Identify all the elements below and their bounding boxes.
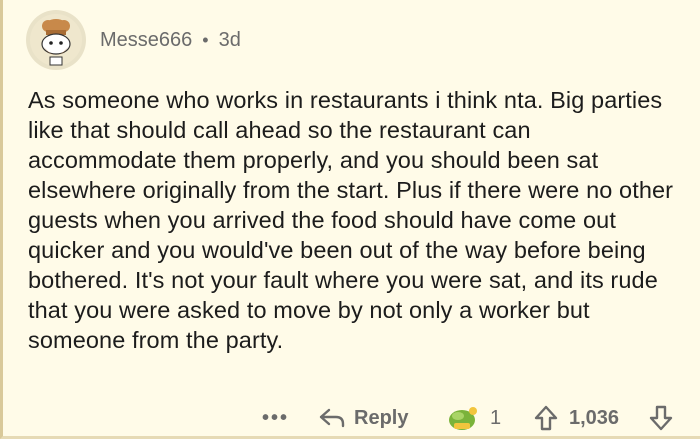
downvote-button[interactable]: [648, 398, 674, 438]
reply-label: Reply: [354, 406, 409, 429]
award-icon: [449, 407, 477, 430]
snoo-chef-avatar-icon: [30, 14, 82, 66]
comment-age: 3d: [218, 28, 241, 51]
upvote-button[interactable]: [533, 398, 559, 438]
reply-button[interactable]: Reply: [318, 398, 408, 438]
vote-count: 1,036: [569, 406, 620, 429]
separator-dot: •: [202, 29, 209, 50]
award-count: 1: [490, 406, 502, 429]
downvote-arrow-icon: [649, 405, 673, 431]
comment-body: As someone who works in restaurants i th…: [28, 87, 674, 353]
comment-header: Messe666 • 3d: [26, 8, 241, 72]
comment-meta: Messe666 • 3d: [100, 29, 241, 52]
avatar[interactable]: [26, 10, 86, 70]
award-button[interactable]: 1: [444, 398, 501, 438]
reply-arrow-icon: [319, 408, 345, 428]
more-options-button[interactable]: •••: [262, 398, 289, 438]
upvote-arrow-icon: [534, 405, 558, 431]
username[interactable]: Messe666: [100, 29, 192, 52]
comment-actions: ••• Reply 1 1,036: [0, 398, 700, 438]
